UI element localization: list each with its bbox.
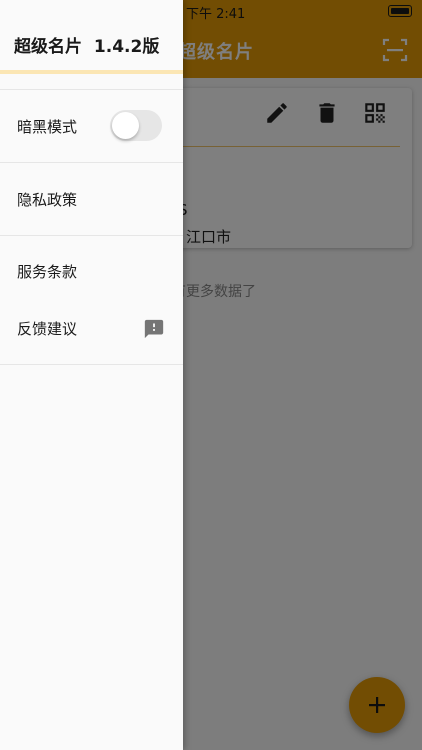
drawer-version: 1.4.2版 bbox=[93, 37, 160, 57]
drawer-item-label: 反馈建议 bbox=[17, 320, 78, 338]
drawer-header: 超级名片 1.4.2版 bbox=[0, 0, 183, 90]
drawer-item-label: 暗黑模式 bbox=[17, 118, 78, 136]
feedback-icon bbox=[144, 319, 164, 339]
drawer-item-privacy-policy[interactable]: 隐私政策 bbox=[0, 163, 183, 235]
drawer-title: 超级名片 1.4.2版 bbox=[14, 32, 165, 57]
drawer-item-label: 服务条款 bbox=[17, 263, 78, 281]
dark-mode-toggle[interactable] bbox=[110, 110, 162, 141]
drawer-item-dark-mode[interactable]: 暗黑模式 bbox=[0, 90, 183, 162]
drawer-divider bbox=[0, 364, 183, 365]
navigation-drawer: 超级名片 1.4.2版 暗黑模式 隐私政策 服务条款 反馈建议 bbox=[0, 0, 183, 750]
drawer-item-terms-of-service[interactable]: 服务条款 bbox=[0, 236, 183, 306]
toggle-knob bbox=[112, 112, 139, 139]
drawer-app-name: 超级名片 bbox=[14, 37, 82, 57]
drawer-item-label: 隐私政策 bbox=[17, 191, 78, 209]
header-accent-strip bbox=[0, 70, 183, 74]
drawer-item-feedback[interactable]: 反馈建议 bbox=[0, 300, 183, 364]
